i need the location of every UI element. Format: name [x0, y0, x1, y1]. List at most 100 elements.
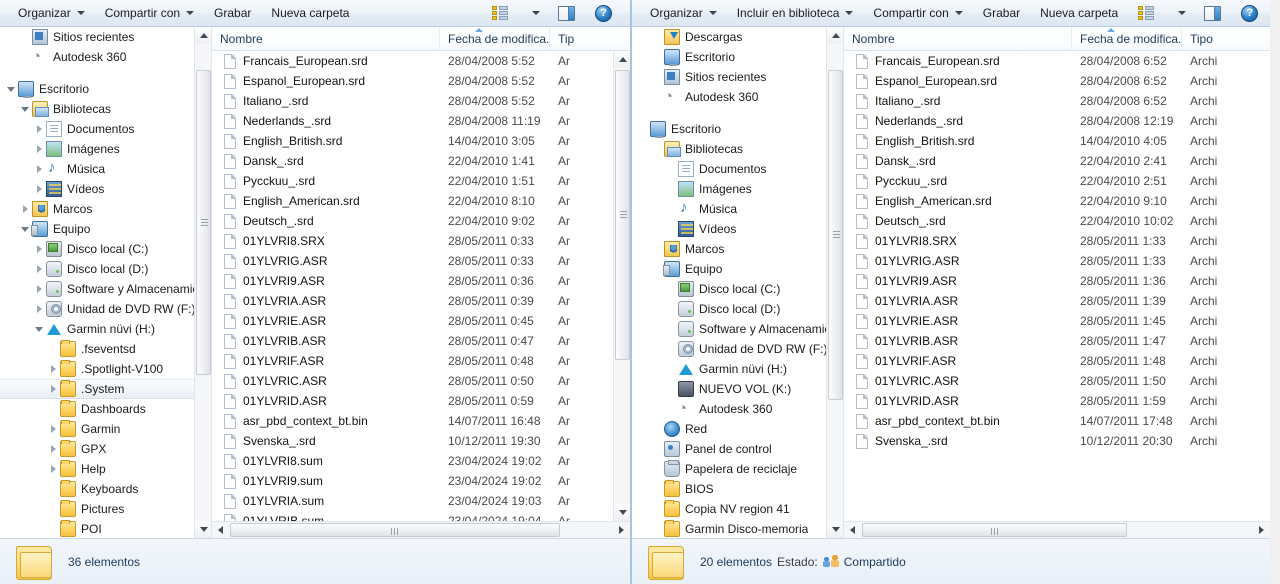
scroll-down-arrow-icon[interactable] — [827, 521, 843, 538]
scroll-left-arrow-icon[interactable] — [844, 522, 861, 538]
expand-triangle-icon[interactable] — [32, 262, 46, 276]
file-row[interactable]: Espanol_European.srd 28/04/2008 5:52 Ar — [212, 71, 630, 91]
nav-item-sitios-recientes[interactable]: Sitios recientes — [0, 27, 211, 47]
scroll-left-arrow-icon[interactable] — [212, 522, 229, 538]
nav-item-m-sica[interactable]: Música — [632, 199, 843, 219]
file-row[interactable]: 01YLVRIF.ASR 28/05/2011 0:48 Ar — [212, 351, 630, 371]
expand-triangle-icon[interactable] — [46, 422, 60, 436]
preview-pane-button[interactable] — [1194, 2, 1231, 24]
toolbar-item-compartir-con[interactable]: Compartir con — [95, 2, 204, 24]
file-row[interactable]: 01YLVRIE.ASR 28/05/2011 0:45 Ar — [212, 311, 630, 331]
scroll-up-arrow-icon[interactable] — [195, 27, 211, 44]
expand-triangle-icon[interactable] — [32, 242, 46, 256]
nav-item-garmin-disco-memoria[interactable]: Garmin Disco-memoria — [632, 519, 843, 538]
nav-item-sitios-recientes[interactable]: Sitios recientes — [632, 67, 843, 87]
file-row[interactable]: 01YLVRIA.ASR 28/05/2011 1:39 Archi — [844, 291, 1270, 311]
nav-item-im-genes[interactable]: Imágenes — [632, 179, 843, 199]
file-row[interactable]: 01YLVRI8.sum 23/04/2024 19:02 Ar — [212, 451, 630, 471]
collapse-triangle-icon[interactable] — [4, 82, 18, 96]
nav-item-pictures[interactable]: Pictures — [0, 499, 211, 519]
file-row[interactable]: English_American.srd 22/04/2010 9:10 Archi — [844, 191, 1270, 211]
column-header-fecha-de-modifica[interactable]: Fecha de modifica... — [1072, 26, 1182, 51]
nav-item-software-y-almacenamiento[interactable]: Software y Almacenamiento ( — [632, 319, 843, 339]
file-row[interactable]: 01YLVRIC.ASR 28/05/2011 0:50 Ar — [212, 371, 630, 391]
column-header-fecha-de-modifica[interactable]: Fecha de modifica... — [440, 26, 550, 51]
collapse-triangle-icon[interactable] — [18, 222, 32, 236]
nav-item-autodesk-360[interactable]: Autodesk 360 — [632, 399, 843, 419]
toolbar-item-compartir-con[interactable]: Compartir con — [863, 2, 972, 24]
scroll-right-arrow-icon[interactable] — [613, 522, 630, 538]
file-row[interactable]: 01YLVRIC.ASR 28/05/2011 1:50 Archi — [844, 371, 1270, 391]
toolbar-item-grabar[interactable]: Grabar — [973, 2, 1030, 24]
file-row[interactable]: 01YLVRIB.ASR 28/05/2011 0:47 Ar — [212, 331, 630, 351]
list-horizontal-scrollbar-right[interactable] — [844, 521, 1270, 538]
file-row[interactable]: Francais_European.srd 28/04/2008 5:52 Ar — [212, 51, 630, 71]
column-header-nombre[interactable]: Nombre — [844, 26, 1072, 51]
expand-triangle-icon[interactable] — [32, 162, 46, 176]
nav-item-escritorio[interactable]: Escritorio — [0, 79, 211, 99]
file-row[interactable]: Svenska_.srd 10/12/2011 19:30 Ar — [212, 431, 630, 451]
file-row[interactable]: Dansk_.srd 22/04/2010 2:41 Archi — [844, 151, 1270, 171]
nav-item-autodesk-360[interactable]: Autodesk 360 — [0, 47, 211, 67]
help-button[interactable]: ? — [585, 2, 622, 24]
nav-item-papelera-de-reciclaje[interactable]: Papelera de reciclaje — [632, 459, 843, 479]
toolbar-item-organizar[interactable]: Organizar — [8, 2, 95, 24]
nav-item-v-deos[interactable]: Vídeos — [632, 219, 843, 239]
nav-item-disco-local-d[interactable]: Disco local (D:) — [632, 299, 843, 319]
nav-item-spotlight-v100[interactable]: .Spotlight-V100 — [0, 359, 211, 379]
expand-triangle-icon[interactable] — [32, 182, 46, 196]
view-options-dropdown-button[interactable] — [1164, 2, 1194, 24]
scrollbar-thumb[interactable] — [230, 523, 560, 537]
nav-item-software-y-almacenamiento[interactable]: Software y Almacenamiento ( — [0, 279, 211, 299]
nav-item-im-genes[interactable]: Imágenes — [0, 139, 211, 159]
toolbar-item-nueva-carpeta[interactable]: Nueva carpeta — [261, 2, 359, 24]
nav-item-marcos[interactable]: Marcos — [632, 239, 843, 259]
file-row[interactable]: 01YLVRIA.sum 23/04/2024 19:03 Ar — [212, 491, 630, 511]
nav-vertical-scrollbar-left[interactable] — [194, 27, 211, 538]
file-row[interactable]: 01YLVRI9.ASR 28/05/2011 0:36 Ar — [212, 271, 630, 291]
file-row[interactable]: Svenska_.srd 10/12/2011 20:30 Archi — [844, 431, 1270, 451]
nav-item-poi[interactable]: POI — [0, 519, 211, 538]
nav-item-gpx[interactable]: GPX — [0, 439, 211, 459]
nav-item-escritorio[interactable]: Escritorio — [632, 119, 843, 139]
file-row[interactable]: Deutsch_.srd 22/04/2010 10:02 Archi — [844, 211, 1270, 231]
file-row[interactable]: Espanol_European.srd 28/04/2008 6:52 Archi — [844, 71, 1270, 91]
nav-item-disco-local-d[interactable]: Disco local (D:) — [0, 259, 211, 279]
nav-item-garmin-n-vi-h[interactable]: Garmin nüvi (H:) — [632, 359, 843, 379]
collapse-triangle-icon[interactable] — [18, 102, 32, 116]
nav-item-autodesk-360[interactable]: Autodesk 360 — [632, 87, 843, 107]
file-row[interactable]: Francais_European.srd 28/04/2008 6:52 Arch… — [844, 51, 1270, 71]
list-horizontal-scrollbar-left[interactable] — [212, 521, 630, 538]
expand-triangle-icon[interactable] — [32, 142, 46, 156]
file-row[interactable]: 01YLVRID.ASR 28/05/2011 0:59 Ar — [212, 391, 630, 411]
nav-item-nuevo-vol-k[interactable]: NUEVO VOL (K:) — [632, 379, 843, 399]
file-row[interactable]: 01YLVRI8.SRX 28/05/2011 0:33 Ar — [212, 231, 630, 251]
nav-vertical-scrollbar-right[interactable] — [826, 27, 843, 538]
nav-item-fseventsd[interactable]: .fseventsd — [0, 339, 211, 359]
view-options-button[interactable] — [1128, 2, 1164, 24]
expand-triangle-icon[interactable] — [32, 122, 46, 136]
file-row[interactable]: 01YLVRI8.SRX 28/05/2011 1:33 Archi — [844, 231, 1270, 251]
file-row[interactable]: Nederlands_.srd 28/04/2008 11:19 Ar — [212, 111, 630, 131]
nav-item-help[interactable]: Help — [0, 459, 211, 479]
toolbar-item-nueva-carpeta[interactable]: Nueva carpeta — [1030, 2, 1128, 24]
nav-item-bibliotecas[interactable]: Bibliotecas — [632, 139, 843, 159]
file-row[interactable]: Italiano_.srd 28/04/2008 6:52 Archi — [844, 91, 1270, 111]
nav-item-garmin[interactable]: Garmin — [0, 419, 211, 439]
file-row[interactable]: 01YLVRIE.ASR 28/05/2011 1:45 Archi — [844, 311, 1270, 331]
file-row[interactable]: 01YLVRIB.sum 23/04/2024 19:04 Ar — [212, 511, 630, 521]
nav-item-red[interactable]: Red — [632, 419, 843, 439]
nav-item-unidad-de-dvd-rw-f[interactable]: Unidad de DVD RW (F:) — [0, 299, 211, 319]
scroll-up-arrow-icon[interactable] — [827, 27, 843, 44]
file-row[interactable]: 01YLVRID.ASR 28/05/2011 1:59 Archi — [844, 391, 1270, 411]
expand-triangle-icon[interactable] — [46, 462, 60, 476]
collapse-triangle-icon[interactable] — [32, 322, 46, 336]
file-row[interactable]: Pycckuu_.srd 22/04/2010 2:51 Archi — [844, 171, 1270, 191]
file-row[interactable]: asr_pbd_context_bt.bin 14/07/2011 17:48 Ar… — [844, 411, 1270, 431]
column-header-nombre[interactable]: Nombre — [212, 26, 440, 51]
file-row[interactable]: 01YLVRIB.ASR 28/05/2011 1:47 Archi — [844, 331, 1270, 351]
file-row[interactable]: asr_pbd_context_bt.bin 14/07/2011 16:48 Ar — [212, 411, 630, 431]
expand-triangle-icon[interactable] — [18, 202, 32, 216]
nav-item-marcos[interactable]: Marcos — [0, 199, 211, 219]
file-row[interactable]: 01YLVRIF.ASR 28/05/2011 1:48 Archi — [844, 351, 1270, 371]
